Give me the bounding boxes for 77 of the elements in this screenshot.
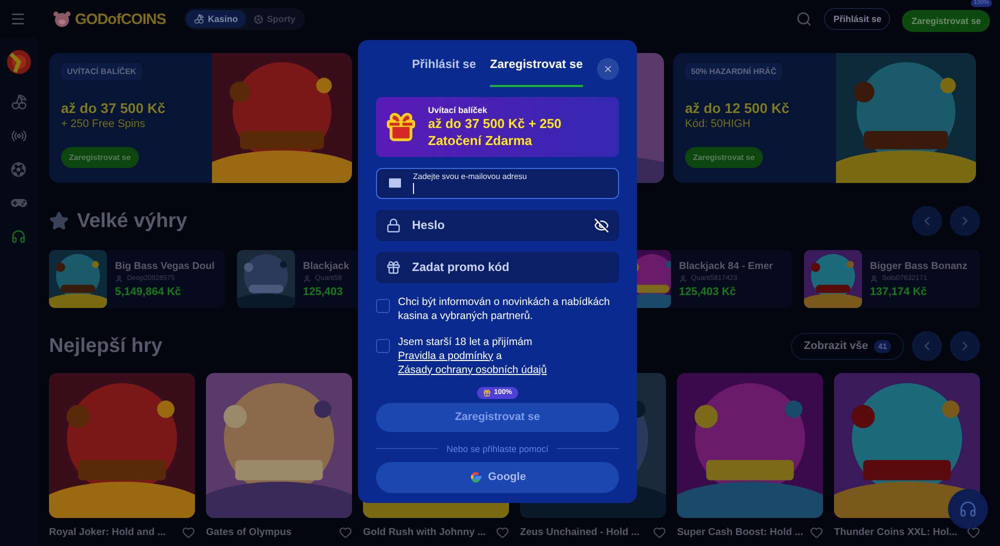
promo-caption: Uvítací balíček xyxy=(428,105,488,116)
game-title[interactable]: Gates of Olympus xyxy=(206,527,292,538)
game-title[interactable]: Gold Rush with Johnny ... xyxy=(363,527,486,538)
game-title[interactable]: Super Cash Boost: Hold ... xyxy=(677,527,804,538)
banner-title: až do 37 500 Kč xyxy=(61,100,166,116)
star-icon xyxy=(49,211,69,231)
brand-icon[interactable] xyxy=(4,48,32,76)
dialog-tab[interactable]: Zaregistrovat se xyxy=(490,50,583,87)
gift-icon xyxy=(386,260,401,275)
heart-icon[interactable] xyxy=(653,526,666,539)
game-name: Bigger Bass Bonanz xyxy=(870,260,968,272)
headset-icon xyxy=(959,500,977,518)
user-icon xyxy=(870,274,878,282)
heart-icon[interactable] xyxy=(182,526,195,539)
count-badge: 41 xyxy=(874,340,891,352)
promo-banner[interactable]: 50% HAZARDNÍ HRÁČ až do 12 500 Kč Kód: 50HIGH Zaregistrovat se xyxy=(673,53,976,183)
game-name: Big Bass Vegas Doul xyxy=(115,260,214,272)
menu-icon[interactable] xyxy=(10,11,26,27)
checkbox[interactable] xyxy=(376,338,390,353)
win-amount: 5,149,864 Kč xyxy=(115,286,182,298)
google-button[interactable]: Google xyxy=(376,462,619,493)
game-title[interactable]: Thunder Coins XXL: Hol... xyxy=(834,527,958,538)
banner-subtitle: Kód: 50HIGH xyxy=(685,118,750,130)
win-amount: 125,403 Kč xyxy=(679,286,737,298)
user-icon xyxy=(303,274,311,282)
win-amount: 125,403 xyxy=(303,286,344,298)
banner-register-button[interactable]: Zaregistrovat se xyxy=(61,147,139,168)
search-icon[interactable] xyxy=(796,11,812,27)
pig-logo-icon xyxy=(52,11,72,27)
checkbox[interactable] xyxy=(376,298,390,313)
password-field[interactable]: Heslo xyxy=(376,210,619,241)
heart-icon[interactable] xyxy=(810,526,823,539)
consent-text: Jsem starší 18 let a přijímám Pravidla a podmínky a Zásady ochrany osobních údajů xyxy=(398,334,548,377)
gift-icon xyxy=(483,388,492,397)
headset-icon[interactable] xyxy=(11,229,26,244)
cherry-icon xyxy=(194,14,204,24)
section-title: Nejlepší hry xyxy=(49,334,162,358)
heart-icon[interactable] xyxy=(496,526,509,539)
show-all-button[interactable]: Zobrazit vše 41 xyxy=(790,332,904,360)
football-icon[interactable] xyxy=(11,162,26,177)
promo-code-field[interactable]: Zadat promo kód xyxy=(376,252,619,283)
user-icon xyxy=(115,274,123,282)
game-name: Blackjack 84 - Emer xyxy=(679,260,773,272)
promo-banner[interactable]: UVÍTACÍ BALÍČEK až do 37 500 Kč + 250 Free Spins Zaregistrovat se xyxy=(49,53,352,183)
privacy-link[interactable]: Zásady ochrany osobních údajů xyxy=(398,364,547,376)
logo-text: GODofCOINS xyxy=(75,10,166,28)
game-name: Blackjack xyxy=(303,260,350,272)
game-title[interactable]: Royal Joker: Hold and ... xyxy=(49,527,166,538)
football-icon xyxy=(254,14,263,24)
dialog-tab[interactable]: Přihlásit se xyxy=(412,50,476,87)
banner-tag: 50% HAZARDNÍ HRÁČ xyxy=(685,63,782,80)
nav-tab[interactable]: Kasino xyxy=(186,10,246,28)
divider-text: Nebo se přihlaste pomocí xyxy=(446,444,549,454)
email-field[interactable]: Zadejte svou e-mailovou adresu xyxy=(376,168,619,199)
banner-tag: UVÍTACÍ BALÍČEK xyxy=(61,63,142,80)
field-label: Zadejte svou e-mailovou adresu xyxy=(413,172,528,182)
user-icon xyxy=(679,274,687,282)
close-button[interactable] xyxy=(597,58,619,80)
broadcast-icon[interactable] xyxy=(10,128,26,144)
heart-icon[interactable] xyxy=(339,526,352,539)
eye-off-icon[interactable] xyxy=(594,218,609,233)
lock-icon xyxy=(386,218,401,233)
promo-text: až do 37 500 Kč + 250 Zatočení Zdarma xyxy=(428,115,562,150)
banner-subtitle: + 250 Free Spins xyxy=(61,118,146,130)
heart-icon[interactable] xyxy=(967,526,980,539)
google-logo-icon xyxy=(469,470,484,484)
banner-register-button[interactable]: Zaregistrovat se xyxy=(685,147,763,168)
register-submit-button[interactable]: Zaregistrovat se xyxy=(376,402,619,432)
support-button[interactable] xyxy=(948,489,988,529)
cherry-icon[interactable] xyxy=(10,94,26,110)
win-amount: 137,174 Kč xyxy=(870,286,928,298)
section-title: Velké výhry xyxy=(77,210,188,232)
game-title[interactable]: Zeus Unchained - Hold ... xyxy=(520,527,640,538)
banner-title: až do 12 500 Kč xyxy=(685,100,790,116)
register-button[interactable]: Zaregistrovat se xyxy=(902,10,990,32)
login-button[interactable]: Přihlásit se xyxy=(824,8,890,30)
terms-link[interactable]: Pravidla a podmínky xyxy=(398,350,494,362)
